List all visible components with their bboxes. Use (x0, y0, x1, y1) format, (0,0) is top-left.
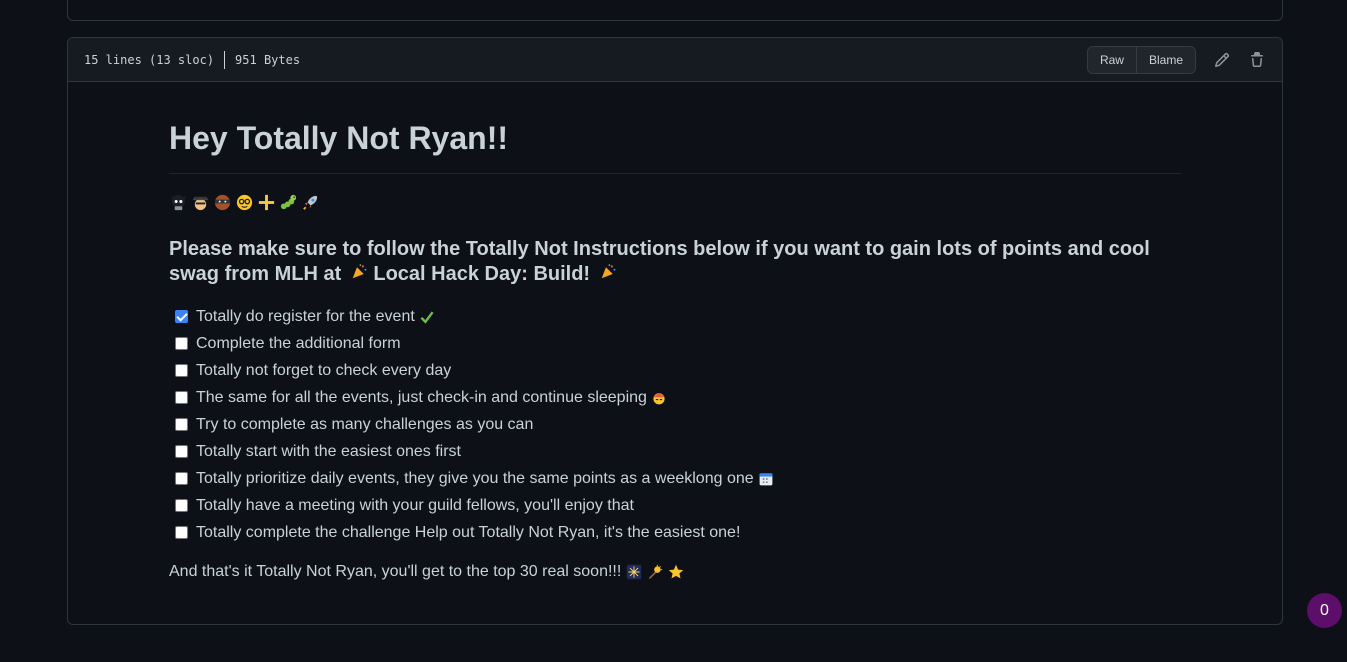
readme-title: Hey Totally Not Ryan!! (169, 118, 1181, 174)
sleepy-emoji (651, 389, 668, 406)
task-checkbox[interactable] (175, 499, 188, 512)
task-checkbox[interactable] (175, 526, 188, 539)
fireworks-emoji (625, 564, 642, 581)
file-info: 15 lines (13 sloc) 951 Bytes (84, 50, 301, 69)
file-size: 951 Bytes (235, 52, 301, 67)
task-label: Totally complete the challenge Help out … (196, 523, 741, 541)
glowing-star-emoji (667, 564, 684, 581)
task-label: Complete the additional form (196, 334, 401, 352)
raw-button[interactable]: Raw (1087, 46, 1136, 73)
view-button-group: Raw Blame (1086, 45, 1196, 74)
task-list: Totally do register for the event Comple… (169, 303, 1181, 546)
readme-content: Hey Totally Not Ryan!! Please make sure … (68, 118, 1282, 581)
task-checkbox[interactable] (175, 391, 188, 404)
task-label: Try to complete as many challenges as yo… (196, 415, 534, 433)
event-name: Local Hack Day: Build! (373, 263, 591, 285)
pencil-icon[interactable] (1213, 51, 1231, 69)
task-item: Totally not forget to check every day (169, 357, 1181, 384)
task-checkbox[interactable] (175, 337, 188, 350)
readme-subtitle: Please make sure to follow the Totally N… (169, 237, 1181, 287)
bug-emoji (279, 193, 298, 212)
ninja-emoji (213, 193, 232, 212)
task-label: Totally start with the easiest ones firs… (196, 442, 461, 460)
closing-text: And that's it Totally Not Ryan, you'll g… (169, 563, 622, 580)
task-checkbox[interactable] (175, 445, 188, 458)
previous-panel (67, 0, 1283, 21)
task-label: Totally not forget to check every day (196, 361, 452, 379)
lines-count: 15 lines (13 sloc) (84, 52, 215, 67)
task-item: Totally have a meeting with your guild f… (169, 492, 1181, 519)
task-label: Totally do register for the event (196, 307, 415, 325)
task-item: Totally complete the challenge Help out … (169, 519, 1181, 546)
sparkler-emoji (646, 564, 663, 581)
task-checkbox[interactable] (175, 310, 188, 323)
party-popper-emoji (351, 263, 368, 280)
nerd-face-emoji (235, 193, 254, 212)
task-checkbox[interactable] (175, 364, 188, 377)
task-item: Totally start with the easiest ones firs… (169, 438, 1181, 465)
task-label: Totally have a meeting with your guild f… (196, 496, 634, 514)
emoji-row (169, 191, 1181, 213)
task-label: The same for all the events, just check-… (196, 388, 647, 406)
rocket-emoji (301, 193, 320, 212)
notification-badge[interactable]: 0 (1307, 593, 1342, 628)
subtitle-text: Please make sure to follow the Totally N… (169, 238, 1150, 285)
task-label: Totally prioritize daily events, they gi… (196, 469, 754, 487)
trash-icon[interactable] (1248, 51, 1266, 69)
task-item: Totally do register for the event (169, 303, 1181, 330)
blame-button[interactable]: Blame (1135, 46, 1195, 73)
closing-line: And that's it Totally Not Ryan, you'll g… (169, 563, 1181, 581)
check-mark-emoji (419, 308, 436, 325)
task-checkbox[interactable] (175, 472, 188, 485)
plus-emoji (257, 193, 276, 212)
task-item: Totally prioritize daily events, they gi… (169, 465, 1181, 492)
spy-emoji (191, 193, 210, 212)
calendar-emoji (758, 470, 775, 487)
file-header: 15 lines (13 sloc) 951 Bytes Raw Blame (68, 38, 1282, 82)
file-viewer: 15 lines (13 sloc) 951 Bytes Raw Blame H… (67, 37, 1283, 625)
divider (224, 50, 226, 69)
task-item: Complete the additional form (169, 330, 1181, 357)
task-item: Try to complete as many challenges as yo… (169, 411, 1181, 438)
task-checkbox[interactable] (175, 418, 188, 431)
party-popper-emoji (600, 263, 617, 280)
task-item: The same for all the events, just check-… (169, 384, 1181, 411)
octocat-emoji (169, 193, 188, 212)
file-actions: Raw Blame (1086, 45, 1266, 74)
